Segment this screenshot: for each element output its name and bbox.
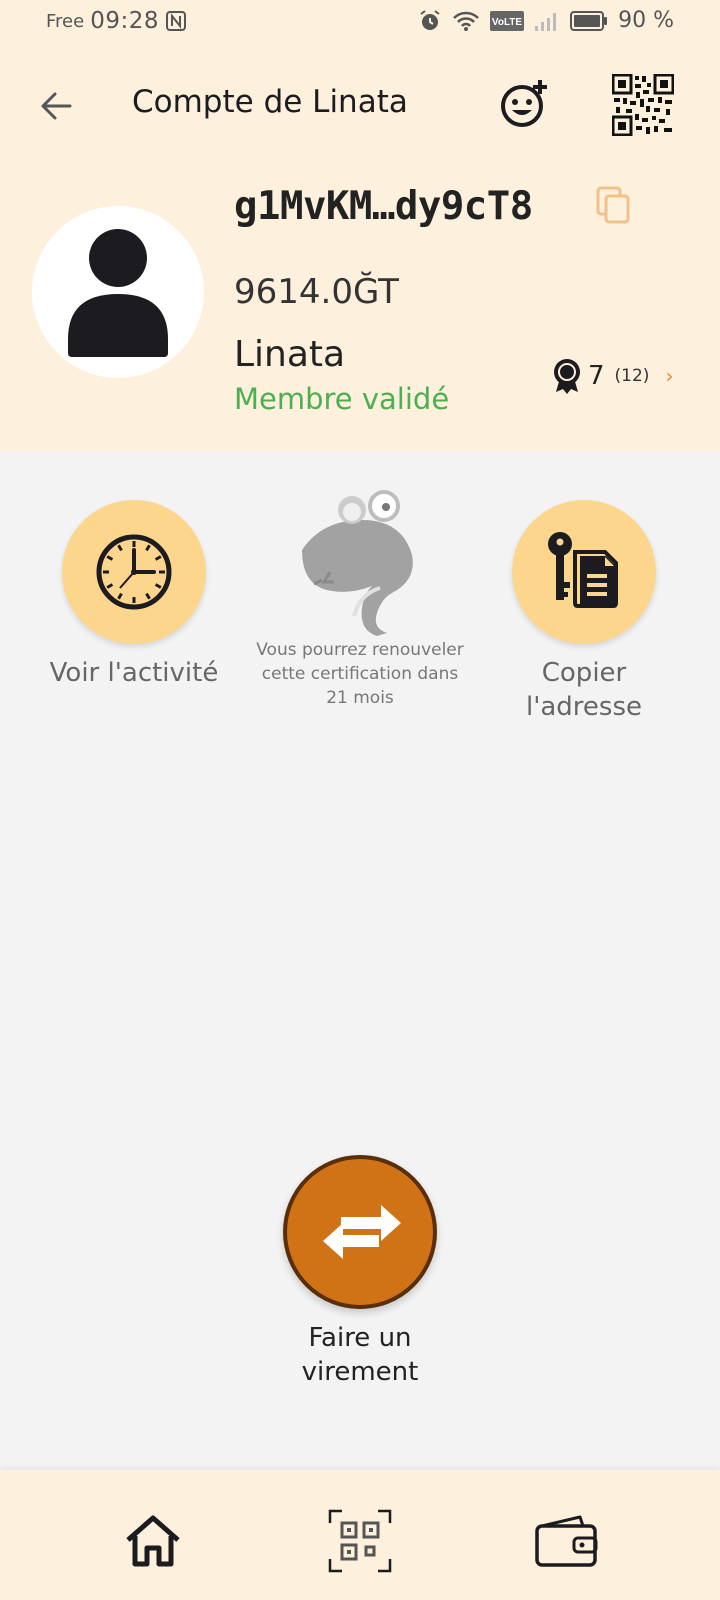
nfc-icon [166, 11, 186, 31]
certification-renewal-note: Vous pourrez renouveler cette certificat… [256, 640, 464, 708]
award-icon [554, 359, 580, 394]
page-title: Compte de Linata [132, 84, 408, 120]
status-bar-left: Free 09:28 [46, 8, 187, 34]
wifi-icon [453, 11, 479, 31]
chameleon-icon [302, 490, 413, 636]
battery-icon [570, 10, 608, 31]
copy-icon [596, 186, 630, 224]
person-icon [68, 229, 168, 357]
certifications-link[interactable]: 7 (12) › [552, 358, 673, 394]
alarm-icon [420, 9, 440, 30]
copy-address-label: Copier l'adresse [525, 658, 642, 722]
qr-code-icon [611, 73, 675, 137]
home-icon [126, 1515, 180, 1567]
certify-action: Vous pourrez renouveler cette certificat… [252, 490, 468, 710]
add-contact-button[interactable] [500, 78, 552, 130]
copy-address-circle-button[interactable] [512, 500, 656, 644]
account-header: Compte de Linata g1MvKM…dy9cT8 9614.0ĞT … [0, 46, 720, 451]
swap-arrows-icon [323, 1205, 401, 1259]
chevron-right-icon: › [665, 364, 674, 388]
carrier-name: Free [46, 10, 85, 32]
avatar [32, 206, 204, 378]
transfer-button[interactable] [283, 1155, 437, 1309]
status-bar-right: VoLTE 90 % [418, 8, 674, 33]
volte-icon: VoLTE [490, 10, 525, 31]
certification-count: 7 [588, 361, 605, 391]
battery-level: 90 % [618, 8, 674, 33]
qr-code-button[interactable] [611, 73, 675, 137]
nav-scan[interactable] [325, 1506, 395, 1576]
key-document-icon [548, 532, 618, 608]
wallet-address[interactable]: g1MvKM…dy9cT8 [234, 184, 533, 229]
member-status: Membre validé [234, 382, 450, 416]
clock-icon [96, 534, 172, 610]
transfer-action[interactable]: Faire un virement [260, 1155, 460, 1389]
wallet-icon [535, 1515, 598, 1567]
signal-icon [535, 12, 557, 31]
bottom-navigation [0, 1470, 720, 1600]
account-name: Linata [234, 334, 346, 375]
nav-home[interactable] [118, 1506, 188, 1576]
view-activity-button[interactable] [62, 500, 206, 644]
balance: 9614.0ĞT [234, 272, 399, 312]
back-button[interactable] [34, 84, 78, 128]
arrow-left-icon [41, 92, 72, 120]
add-contact-icon [501, 80, 547, 127]
copy-address-action[interactable]: Copier l'adresse [494, 500, 674, 724]
clock: 09:28 [90, 8, 159, 34]
view-activity-label: Voir l'activité [49, 658, 219, 688]
qr-scan-icon [328, 1509, 392, 1573]
transfer-label: Faire un virement [301, 1323, 419, 1387]
svg-text:VoLTE: VoLTE [492, 17, 523, 28]
certification-total: (12) [614, 366, 650, 386]
copy-address-button[interactable] [596, 186, 632, 226]
status-bar: Free 09:28 VoLTE 90 % [0, 0, 720, 46]
view-activity-action[interactable]: Voir l'activité [44, 500, 224, 690]
nav-wallet[interactable] [532, 1506, 602, 1576]
